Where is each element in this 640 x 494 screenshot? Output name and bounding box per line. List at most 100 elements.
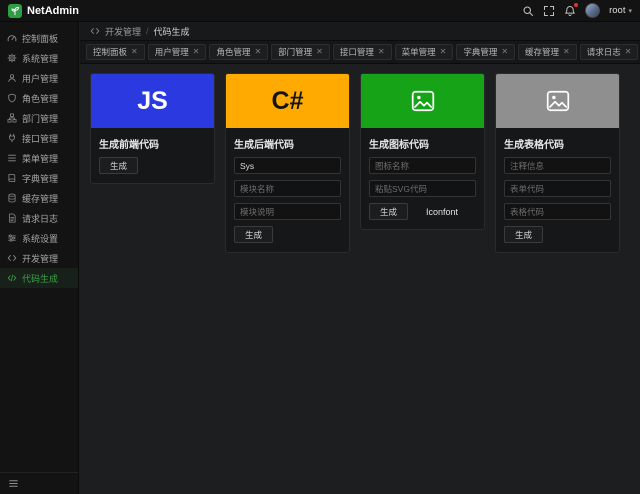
text-input[interactable]	[369, 180, 476, 197]
search-icon[interactable]	[522, 5, 534, 17]
generate-button[interactable]: 生成	[99, 157, 139, 174]
close-icon[interactable]: ✕	[193, 48, 200, 56]
tab[interactable]: 角色管理 ✕	[209, 44, 269, 60]
generate-button[interactable]: 生成	[369, 203, 409, 220]
close-icon[interactable]: ✕	[563, 48, 570, 56]
sidebar-item-label: 系统管理	[22, 53, 59, 64]
breadcrumb-separator: /	[146, 26, 149, 36]
username: root	[609, 5, 626, 16]
card-banner-icon	[361, 74, 484, 128]
card-banner-frontend: JS	[91, 74, 214, 128]
generate-button[interactable]: 生成	[504, 226, 544, 243]
card-actions: 生成	[99, 157, 206, 174]
sidebar-item-api-management[interactable]: 接口管理	[0, 128, 78, 148]
shield-icon	[7, 93, 17, 103]
sidebar-item-system-management[interactable]: 系统管理	[0, 48, 78, 68]
close-icon[interactable]: ✕	[625, 48, 632, 56]
code-icon	[90, 26, 100, 36]
sidebar-item-code-generation[interactable]: 代码生成	[0, 268, 78, 288]
card-icon: 生成图标代码生成 Iconfont	[360, 73, 485, 230]
close-icon[interactable]: ✕	[131, 48, 138, 56]
database-icon	[7, 193, 17, 203]
close-icon[interactable]: ✕	[254, 48, 261, 56]
tab[interactable]: 字典管理 ✕	[456, 44, 516, 60]
card-banner-table	[496, 74, 619, 128]
tab[interactable]: 缓存管理 ✕	[518, 44, 577, 60]
avatar[interactable]	[585, 3, 601, 18]
menu-icon	[7, 153, 17, 163]
sidebar-menu: 控制面板系统管理用户管理角色管理部门管理接口管理菜单管理字典管理 缓存管理 请求日志…	[0, 28, 78, 472]
card-body: 生成前端代码 生成	[91, 128, 214, 183]
text-input[interactable]	[234, 203, 341, 220]
plug-icon	[7, 133, 17, 143]
book-icon	[7, 173, 17, 183]
text-input[interactable]	[369, 157, 476, 174]
sidebar: 控制面板系统管理用户管理角色管理部门管理接口管理菜单管理字典管理 缓存管理 请求日志…	[0, 22, 79, 494]
tab-label: 菜单管理	[401, 47, 436, 57]
card-title: 生成后端代码	[234, 140, 294, 151]
close-icon[interactable]: ✕	[316, 48, 323, 56]
close-icon[interactable]: ✕	[440, 48, 447, 56]
sidebar-item-label: 代码生成	[22, 273, 59, 284]
sidebar-item-label: 系统设置	[22, 233, 59, 244]
close-icon[interactable]: ✕	[378, 48, 385, 56]
tab[interactable]: 部门管理 ✕	[271, 44, 330, 60]
breadcrumb-item: 开发管理	[105, 26, 142, 37]
iconfont-link[interactable]: Iconfont	[426, 207, 458, 217]
card-actions: 生成	[504, 226, 611, 243]
card-actions: 生成	[234, 226, 341, 243]
card-actions: 生成 Iconfont	[369, 203, 476, 220]
tab[interactable]: 请求日志 ✕	[579, 44, 639, 60]
topbar-icon-group	[522, 2, 579, 17]
brand-title: NetAdmin	[27, 4, 79, 17]
text-input[interactable]	[234, 157, 341, 174]
sidebar-item-system-settings[interactable]: 系统设置	[0, 228, 78, 248]
sidebar-item-user-management[interactable]: 用户管理	[0, 68, 78, 88]
card-frontend: JS 生成前端代码生成	[90, 73, 215, 184]
fullscreen-icon[interactable]	[543, 5, 555, 17]
tab[interactable]: 接口管理 ✕	[332, 44, 392, 60]
sidebar-item-label: 菜单管理	[22, 153, 59, 164]
collapse-sidebar-icon[interactable]	[8, 478, 19, 489]
tab-label: 缓存管理	[525, 47, 560, 57]
text-input[interactable]	[234, 180, 341, 197]
sidebar-item-role-management[interactable]: 角色管理	[0, 88, 78, 108]
card-backend: C# 生成后端代码生成	[225, 73, 350, 253]
sidebar-item-cache-management[interactable]: 缓存管理	[0, 188, 78, 208]
topbar: NetAdmin root ▾	[0, 0, 640, 22]
bell-icon[interactable]	[564, 2, 579, 17]
gear-icon	[7, 53, 17, 63]
card-title: 生成前端代码	[99, 140, 159, 151]
dashboard-icon	[7, 33, 17, 43]
tab[interactable]: 用户管理 ✕	[147, 44, 207, 60]
document-icon	[7, 213, 17, 223]
sidebar-item-label: 部门管理	[22, 113, 59, 124]
image-icon	[410, 88, 436, 114]
sliders-icon	[7, 233, 17, 243]
text-input[interactable]	[504, 180, 611, 197]
close-icon[interactable]: ✕	[501, 48, 508, 56]
sidebar-item-dashboard[interactable]: 控制面板	[0, 28, 78, 48]
sidebar-item-request-log[interactable]: 请求日志	[0, 208, 78, 228]
chevron-down-icon: ▾	[628, 7, 632, 15]
card-banner-backend: C#	[226, 74, 349, 128]
sidebar-item-department-management[interactable]: 部门管理	[0, 108, 78, 128]
user-menu[interactable]: root ▾	[609, 5, 632, 16]
topbar-actions: root ▾	[522, 2, 632, 18]
sidebar-item-dictionary-management[interactable]: 字典管理	[0, 168, 78, 188]
sidebar-item-label: 接口管理	[22, 133, 59, 144]
text-input[interactable]	[504, 157, 611, 174]
sidebar-item-menu-management[interactable]: 菜单管理	[0, 148, 78, 168]
tab[interactable]: 菜单管理 ✕	[394, 44, 454, 60]
card-table: 生成表格代码生成	[495, 73, 620, 253]
generate-button[interactable]: 生成	[234, 226, 274, 243]
banner-text: C#	[271, 86, 304, 115]
tab-label: 角色管理	[216, 47, 251, 57]
tab-bar: 控制面板 ✕ 用户管理 ✕ 角色管理 ✕ 部门管理 ✕ 接口管理 ✕ 菜单管理 ✕ 字典管理 ✕ 缓存管理 ✕…	[80, 41, 640, 64]
tab[interactable]: 控制面板 ✕	[86, 44, 145, 60]
codegen-icon	[7, 273, 17, 283]
banner-text: JS	[137, 86, 168, 115]
sidebar-item-dev-management[interactable]: 开发管理	[0, 248, 78, 268]
text-input[interactable]	[504, 203, 611, 220]
sidebar-item-label: 角色管理	[22, 93, 59, 104]
